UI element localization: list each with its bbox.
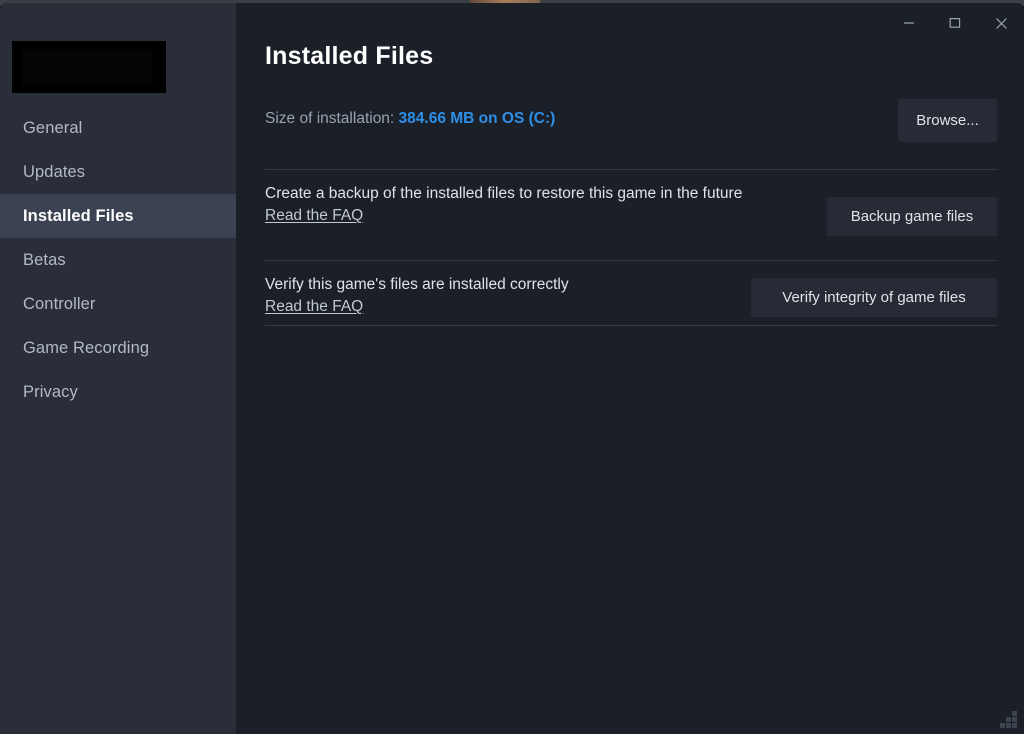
sidebar-item-label: Betas [23, 250, 66, 269]
main-content: Installed Files Size of installation: 38… [236, 3, 1024, 734]
sidebar-item-privacy[interactable]: Privacy [0, 370, 236, 414]
divider [265, 325, 997, 326]
backup-text-block: Create a backup of the installed files t… [265, 183, 785, 225]
resize-grip-dot [1006, 723, 1011, 728]
resize-grip-dot [1006, 717, 1011, 722]
backup-row: Create a backup of the installed files t… [265, 183, 997, 245]
sidebar-item-label: Game Recording [23, 338, 150, 357]
verify-integrity-button[interactable]: Verify integrity of game files [751, 278, 997, 317]
sidebar-item-label: Installed Files [23, 206, 134, 225]
resize-grip[interactable] [999, 710, 1017, 728]
close-button[interactable] [978, 6, 1024, 40]
backup-faq-link[interactable]: Read the FAQ [265, 207, 363, 225]
page-title: Installed Files [265, 42, 434, 70]
sidebar-item-betas[interactable]: Betas [0, 238, 236, 282]
divider [265, 260, 997, 261]
resize-grip-dot [1000, 723, 1005, 728]
installation-size-row: Size of installation: 384.66 MB on OS (C… [265, 99, 997, 145]
resize-grip-dot [1012, 723, 1017, 728]
close-icon [995, 17, 1007, 29]
sidebar-item-game-recording[interactable]: Game Recording [0, 326, 236, 370]
sidebar-item-updates[interactable]: Updates [0, 150, 236, 194]
sidebar-item-controller[interactable]: Controller [0, 282, 236, 326]
game-title-redacted-box [12, 41, 166, 93]
divider [265, 169, 997, 170]
sidebar-nav-list: General Updates Installed Files Betas Co… [0, 106, 236, 414]
sidebar-item-general[interactable]: General [0, 106, 236, 150]
sidebar-item-installed-files[interactable]: Installed Files [0, 194, 236, 238]
sidebar-item-label: Controller [23, 294, 96, 313]
window-controls [886, 3, 1024, 43]
minimize-button[interactable] [886, 6, 932, 40]
sidebar: General Updates Installed Files Betas Co… [0, 3, 236, 734]
verify-row: Verify this game's files are installed c… [265, 274, 997, 324]
resize-grip-dot [1012, 717, 1017, 722]
resize-grip-dot [1012, 711, 1017, 716]
verify-description: Verify this game's files are installed c… [265, 276, 569, 293]
backup-description: Create a backup of the installed files t… [265, 185, 743, 202]
minimize-icon [904, 22, 914, 24]
verify-faq-link[interactable]: Read the FAQ [265, 298, 363, 316]
backup-game-files-button[interactable]: Backup game files [827, 197, 997, 236]
browse-button[interactable]: Browse... [898, 99, 997, 142]
maximize-button[interactable] [932, 6, 978, 40]
sidebar-item-label: Privacy [23, 382, 78, 401]
installation-size-value: 384.66 MB on OS (C:) [398, 110, 556, 127]
game-title-redacted-inner [22, 49, 152, 85]
verify-text-block: Verify this game's files are installed c… [265, 274, 785, 316]
sidebar-item-label: Updates [23, 162, 86, 181]
sidebar-item-label: General [23, 118, 83, 137]
game-properties-window: General Updates Installed Files Betas Co… [0, 3, 1024, 734]
installation-size-label: Size of installation: [265, 110, 399, 127]
installation-size-text: Size of installation: 384.66 MB on OS (C… [265, 110, 555, 128]
maximize-icon [949, 18, 961, 28]
